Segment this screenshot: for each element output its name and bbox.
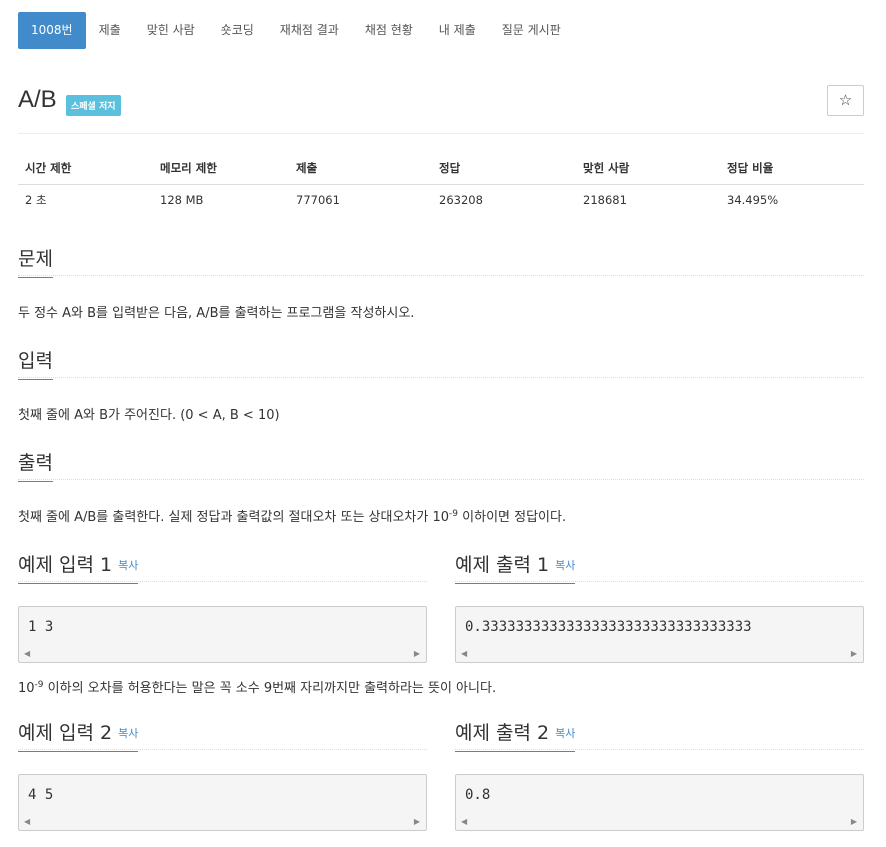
header-accepted: 정답 [432, 153, 576, 185]
divider [18, 377, 864, 378]
sample-note: 10-9 이하의 오차를 허용한다는 말은 꼭 소수 9번째 자리까지만 출력하… [18, 677, 497, 697]
section-title: 예제 입력 2 복사 [18, 718, 139, 752]
output-text-end: 이하이면 정답이다. [458, 510, 567, 525]
section-title: 예제 입력 1 복사 [18, 550, 139, 584]
section-title: 예제 출력 1 복사 [455, 550, 576, 584]
scroll-right-icon[interactable]: ▶ [414, 817, 420, 826]
memory-limit-value: 128 MB [160, 193, 204, 208]
output-description: 첫째 줄에 A/B를 출력한다. 실제 정답과 출력값의 절대오차 또는 상대오… [18, 506, 864, 526]
input-description: 첫째 줄에 A와 B가 주어진다. (0 < A, B < 10) [18, 408, 280, 423]
tab-my-submissions[interactable]: 내 제출 [426, 12, 489, 49]
sample-title: 예제 입력 2 [18, 722, 113, 744]
sample-output-2-box[interactable]: 0.8 ◀ ▶ [455, 774, 864, 831]
sample-input-1-code: 1 3 [28, 619, 54, 635]
header-solved-users: 맞힌 사람 [576, 153, 720, 185]
solved-users-value: 218681 [583, 193, 627, 208]
sample-input-2-heading: 예제 입력 2 복사 [18, 718, 427, 752]
scroll-right-icon[interactable]: ▶ [851, 817, 857, 826]
sample-title: 예제 출력 2 [455, 722, 550, 744]
sample-output-2: 예제 출력 2 복사 0.8 ◀ ▶ [455, 718, 864, 831]
tab-short-coding[interactable]: 숏코딩 [208, 12, 267, 49]
sample-input-1-box[interactable]: 1 3 ◀ ▶ [18, 606, 427, 663]
sample-output-1: 예제 출력 1 복사 0.3333333333333333333333333333… [455, 550, 864, 663]
star-icon: ☆ [838, 91, 853, 109]
sample-input-2-code: 4 5 [28, 787, 54, 803]
divider [455, 581, 864, 582]
copy-link[interactable]: 복사 [555, 727, 575, 740]
problem-section: 문제 두 정수 A와 B를 입력받은 다음, A/B를 출력하는 프로그램을 작… [18, 244, 864, 321]
sample-input-2-box[interactable]: 4 5 ◀ ▶ [18, 774, 427, 831]
copy-link[interactable]: 복사 [118, 727, 138, 740]
tab-rejudge-results[interactable]: 재채점 결과 [267, 12, 352, 49]
divider [18, 581, 427, 582]
output-section: 출력 첫째 줄에 A/B를 출력한다. 실제 정답과 출력값의 절대오차 또는 … [18, 448, 864, 525]
problem-title-row: A/B 스페셜 저지 ☆ [18, 85, 864, 122]
copy-link[interactable]: 복사 [118, 559, 138, 572]
header-submissions: 제출 [289, 153, 432, 185]
tab-submit[interactable]: 제출 [86, 12, 134, 49]
copy-link[interactable]: 복사 [555, 559, 575, 572]
divider [18, 275, 864, 276]
submissions-value: 777061 [296, 193, 340, 208]
scroll-left-icon[interactable]: ◀ [461, 649, 467, 658]
sample-title: 예제 입력 1 [18, 554, 113, 576]
sample-output-1-heading: 예제 출력 1 복사 [455, 550, 864, 584]
divider [18, 749, 427, 750]
exponent: -9 [449, 509, 459, 519]
input-heading: 입력 [18, 346, 864, 380]
header-memory-limit: 메모리 제한 [153, 153, 289, 185]
note-base: 10 [18, 681, 35, 696]
accepted-value: 263208 [439, 193, 483, 208]
divider [455, 749, 864, 750]
star-button[interactable]: ☆ [827, 85, 864, 116]
scroll-left-icon[interactable]: ◀ [24, 817, 30, 826]
horizontal-scrollbar[interactable]: ◀ ▶ [457, 649, 862, 661]
sample-output-1-box[interactable]: 0.33333333333333333333333333333333 ◀ ▶ [455, 606, 864, 663]
sample-title: 예제 출력 1 [455, 554, 550, 576]
tab-solved-users[interactable]: 맞힌 사람 [134, 12, 208, 49]
divider [18, 133, 864, 134]
problem-info-table: 시간 제한 메모리 제한 제출 정답 맞힌 사람 정답 비율 2 초 128 M… [18, 153, 864, 216]
scroll-right-icon[interactable]: ▶ [414, 649, 420, 658]
horizontal-scrollbar[interactable]: ◀ ▶ [20, 817, 425, 829]
problem-menu: 1008번 제출 맞힌 사람 숏코딩 재채점 결과 채점 현황 내 제출 질문 … [18, 12, 574, 49]
horizontal-scrollbar[interactable]: ◀ ▶ [457, 817, 862, 829]
divider [18, 479, 864, 480]
sample-input-2: 예제 입력 2 복사 4 5 ◀ ▶ [18, 718, 427, 831]
sample-output-2-heading: 예제 출력 2 복사 [455, 718, 864, 752]
output-text-start: 첫째 줄에 A/B를 출력한다. 실제 정답과 출력값의 절대오차 또는 상대오… [18, 510, 450, 525]
table-header-row: 시간 제한 메모리 제한 제출 정답 맞힌 사람 정답 비율 [18, 153, 864, 185]
scroll-left-icon[interactable]: ◀ [24, 649, 30, 658]
tab-judge-status[interactable]: 채점 현황 [352, 12, 426, 49]
problem-heading: 문제 [18, 244, 864, 278]
tab-question-board[interactable]: 질문 게시판 [489, 12, 574, 49]
scroll-right-icon[interactable]: ▶ [851, 649, 857, 658]
section-title: 입력 [18, 346, 53, 380]
output-heading: 출력 [18, 448, 864, 482]
section-title: 문제 [18, 244, 53, 278]
header-time-limit: 시간 제한 [18, 153, 153, 185]
sample-output-2-code: 0.8 [465, 787, 491, 803]
special-judge-badge[interactable]: 스페셜 저지 [66, 95, 121, 116]
header-accepted-ratio: 정답 비율 [720, 153, 864, 185]
section-title: 예제 출력 2 복사 [455, 718, 576, 752]
horizontal-scrollbar[interactable]: ◀ ▶ [20, 649, 425, 661]
input-section: 입력 첫째 줄에 A와 B가 주어진다. (0 < A, B < 10) [18, 346, 864, 423]
problem-title: A/B [18, 86, 57, 113]
problem-description: 두 정수 A와 B를 입력받은 다음, A/B를 출력하는 프로그램을 작성하시… [18, 306, 415, 321]
exponent: -9 [34, 680, 44, 690]
sample-input-1-heading: 예제 입력 1 복사 [18, 550, 427, 584]
sample-output-1-code: 0.33333333333333333333333333333333 [465, 619, 752, 635]
section-title: 출력 [18, 448, 53, 482]
sample-input-1: 예제 입력 1 복사 1 3 ◀ ▶ [18, 550, 427, 663]
note-text: 이하의 오차를 허용한다는 말은 꼭 소수 9번째 자리까지만 출력하라는 뜻이… [43, 681, 497, 696]
scroll-left-icon[interactable]: ◀ [461, 817, 467, 826]
tab-problem[interactable]: 1008번 [18, 12, 86, 49]
accepted-ratio-value: 34.495% [727, 193, 779, 208]
time-limit-value: 2 초 [25, 193, 47, 208]
table-row: 2 초 128 MB 777061 263208 218681 34.495% [18, 184, 864, 216]
